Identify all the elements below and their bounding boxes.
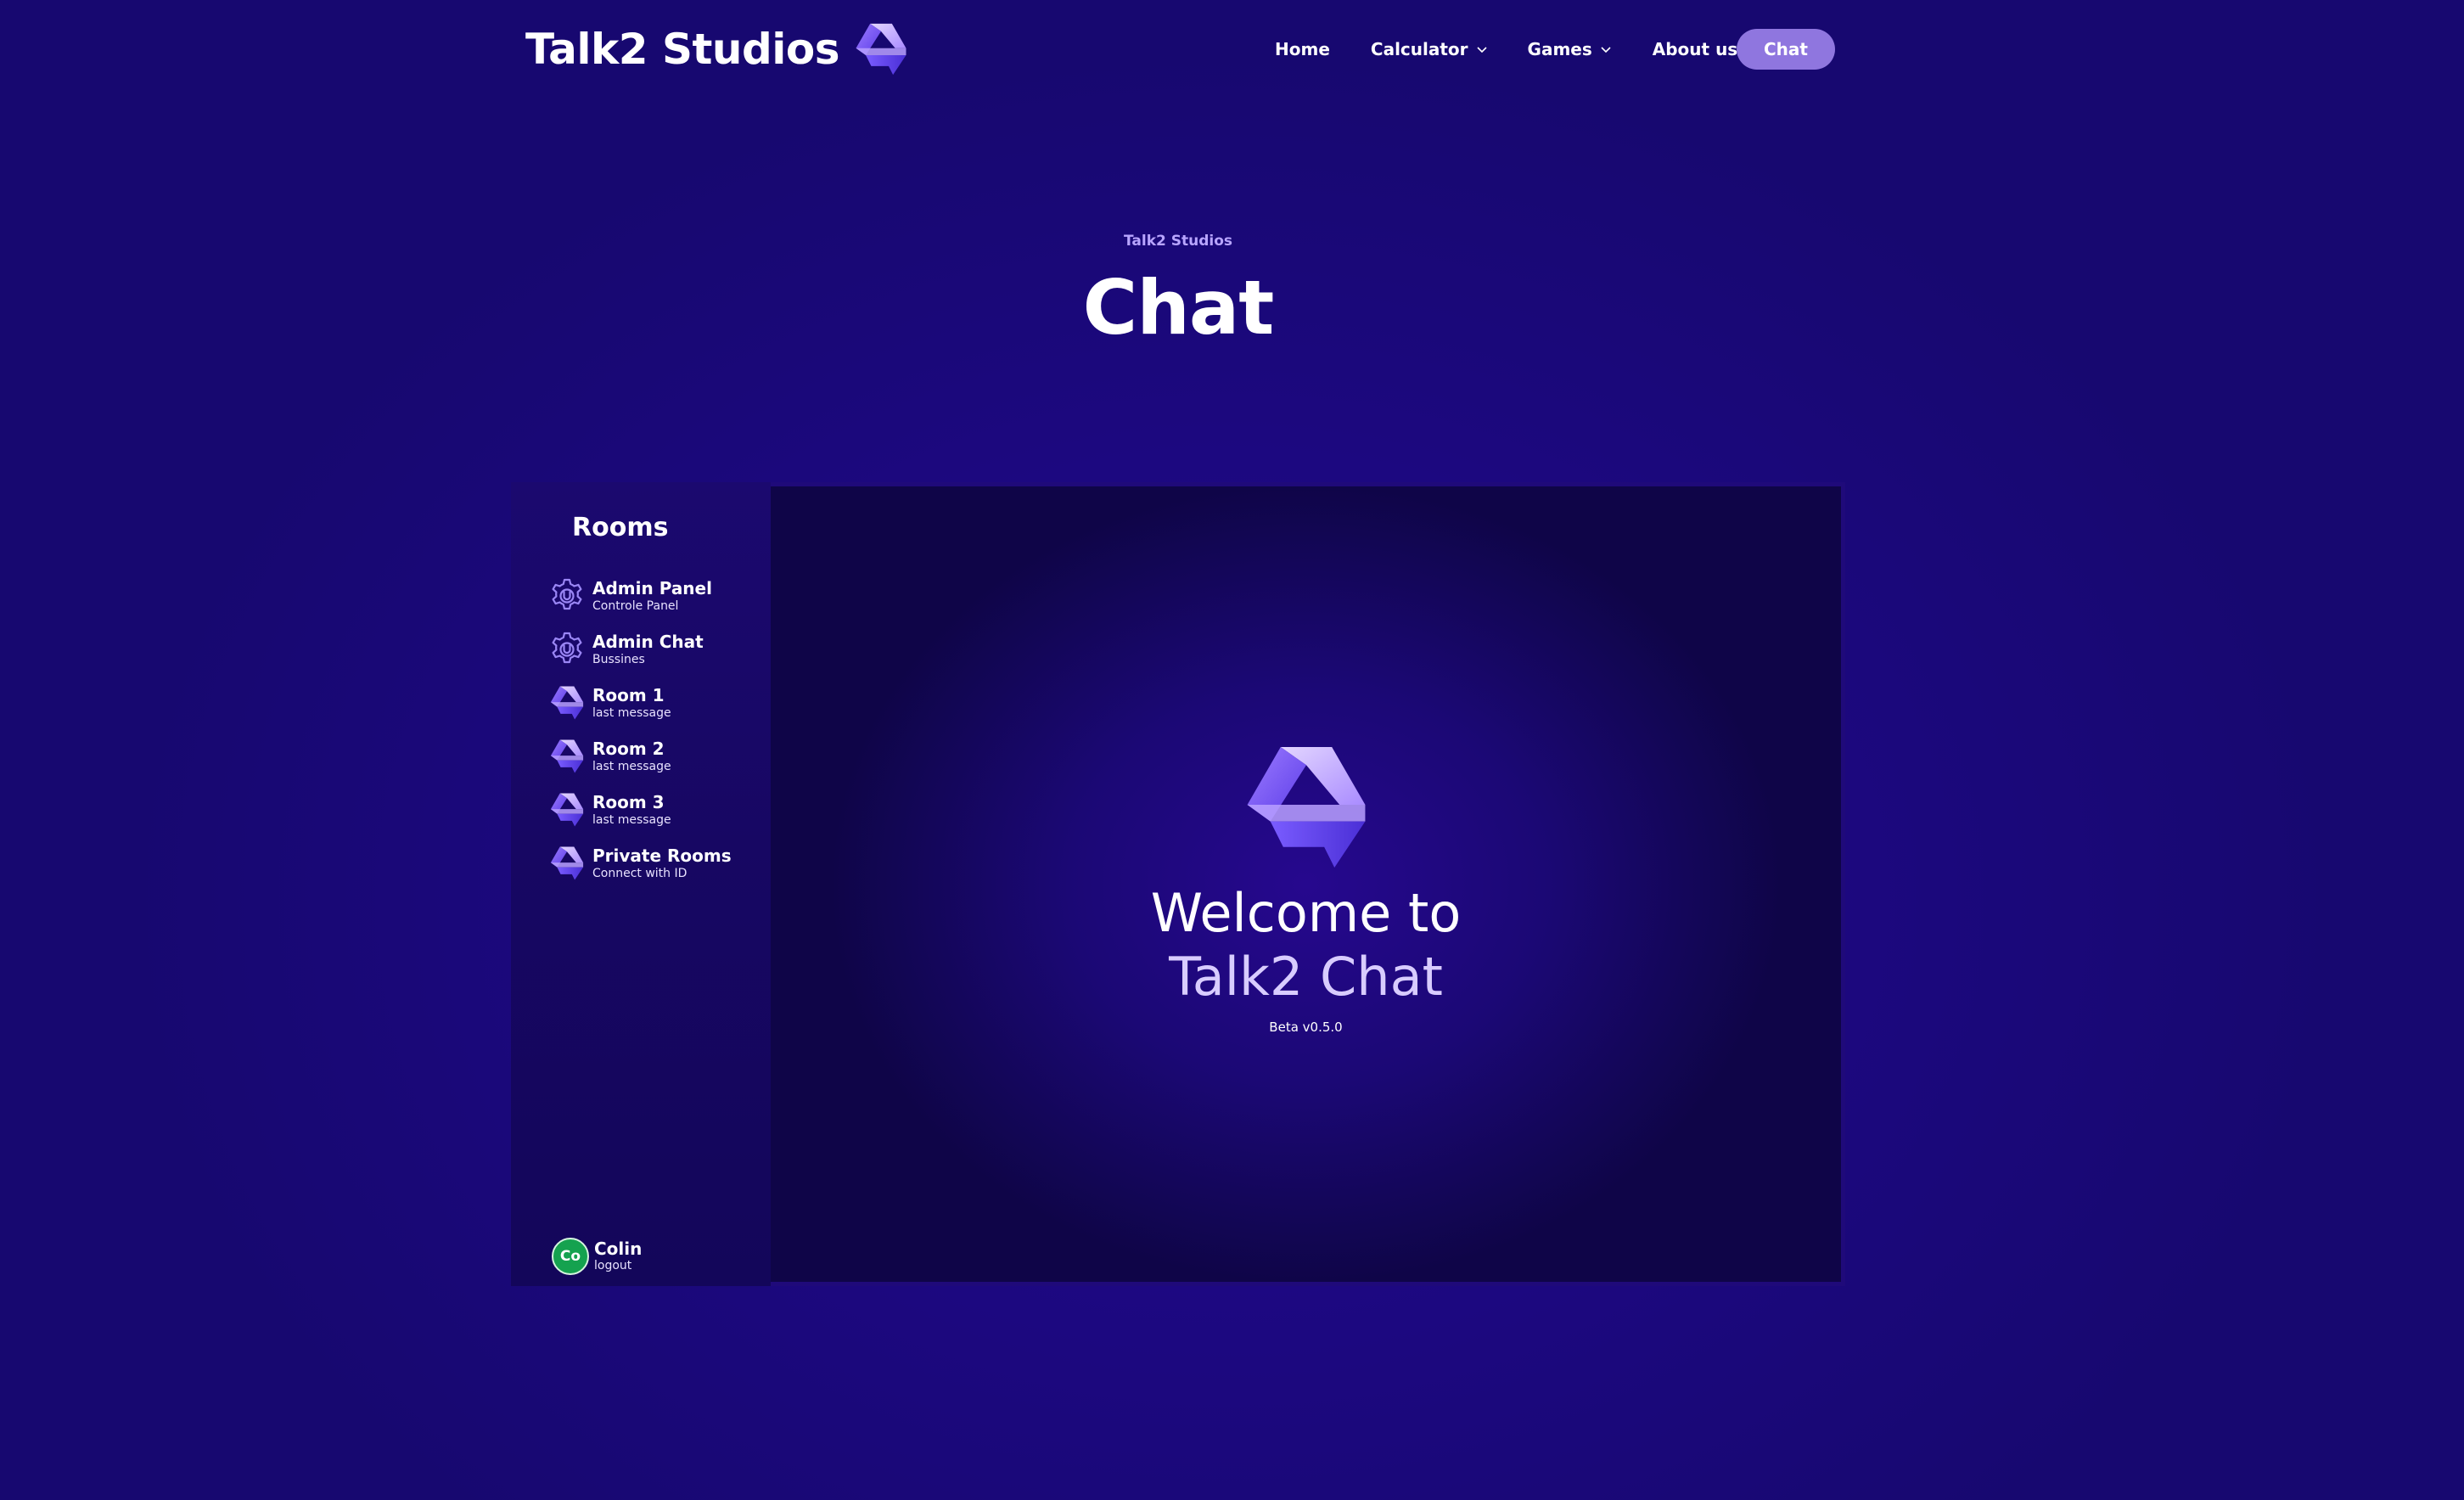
room-name: Admin Panel xyxy=(592,578,712,598)
gear-icon xyxy=(548,631,586,668)
nav-chat-button[interactable]: Chat xyxy=(1737,29,1835,70)
room-subtitle: Bussines xyxy=(592,653,645,666)
room-name: Admin Chat xyxy=(592,632,704,652)
room-item-admin-panel[interactable]: Admin Panel Controle Panel xyxy=(548,574,732,618)
talk2-logo-icon xyxy=(1242,739,1371,875)
room-list: Admin Panel Controle Panel Admin Chat Bu… xyxy=(548,574,732,885)
rooms-title: Rooms xyxy=(572,513,669,542)
talk2-logo-icon xyxy=(548,738,586,775)
room-subtitle: Connect with ID xyxy=(592,867,688,880)
nav-calculator-label: Calculator xyxy=(1370,39,1468,59)
chat-main-pane: Welcome to Talk2 Chat Beta v0.5.0 xyxy=(771,486,1841,1282)
avatar[interactable]: Co xyxy=(552,1238,589,1275)
room-name: Room 3 xyxy=(592,792,665,812)
nav-games-menu[interactable]: Games xyxy=(1528,39,1613,59)
gear-icon xyxy=(548,577,586,615)
hero-eyebrow: Talk2 Studios xyxy=(1123,233,1233,250)
room-subtitle: last message xyxy=(592,706,671,720)
chat-app: Rooms Admin Panel Controle Panel Admin C… xyxy=(511,482,1845,1286)
chevron-down-icon xyxy=(1601,47,1611,53)
user-name: Colin xyxy=(594,1239,643,1259)
room-item-private-rooms[interactable]: Private Rooms Connect with ID xyxy=(548,841,732,885)
logout-link[interactable]: logout xyxy=(594,1258,642,1273)
nav-home-link[interactable]: Home xyxy=(1275,39,1330,59)
welcome-subheading: Talk2 Chat xyxy=(1169,946,1443,1008)
nav-about-label: About us xyxy=(1652,39,1738,59)
brand-name[interactable]: Talk2 Studios xyxy=(525,20,840,78)
room-name: Room 2 xyxy=(592,739,665,759)
talk2-logo-icon xyxy=(548,845,586,882)
talk2-logo-icon[interactable] xyxy=(853,20,909,78)
nav-home-label: Home xyxy=(1275,39,1330,59)
room-item-admin-chat[interactable]: Admin Chat Bussines xyxy=(548,627,732,671)
main-nav: Home Calculator Games About us xyxy=(1275,29,1758,70)
talk2-logo-icon xyxy=(548,791,586,829)
brand[interactable]: Talk2 Studios xyxy=(525,20,909,78)
version-label: Beta v0.5.0 xyxy=(1269,1020,1343,1035)
room-name: Private Rooms xyxy=(592,846,732,866)
room-item-room-2[interactable]: Room 2 last message xyxy=(548,734,732,778)
room-name: Room 1 xyxy=(592,685,665,705)
room-item-room-3[interactable]: Room 3 last message xyxy=(548,788,732,832)
room-item-room-1[interactable]: Room 1 last message xyxy=(548,681,732,725)
nav-calculator-menu[interactable]: Calculator xyxy=(1371,39,1489,59)
rooms-sidebar: Rooms Admin Panel Controle Panel Admin C… xyxy=(511,482,771,1286)
welcome-heading: Welcome to xyxy=(1150,882,1462,944)
room-subtitle: last message xyxy=(592,813,671,827)
room-subtitle: Controle Panel xyxy=(592,599,679,613)
room-subtitle: last message xyxy=(592,760,671,773)
chevron-down-icon xyxy=(1476,47,1487,53)
talk2-logo-icon xyxy=(548,684,586,722)
page-title: Chat xyxy=(1082,264,1275,351)
nav-games-label: Games xyxy=(1527,39,1592,59)
user-profile: Co Colin logout xyxy=(552,1238,642,1275)
nav-chat-label: Chat xyxy=(1764,39,1808,59)
